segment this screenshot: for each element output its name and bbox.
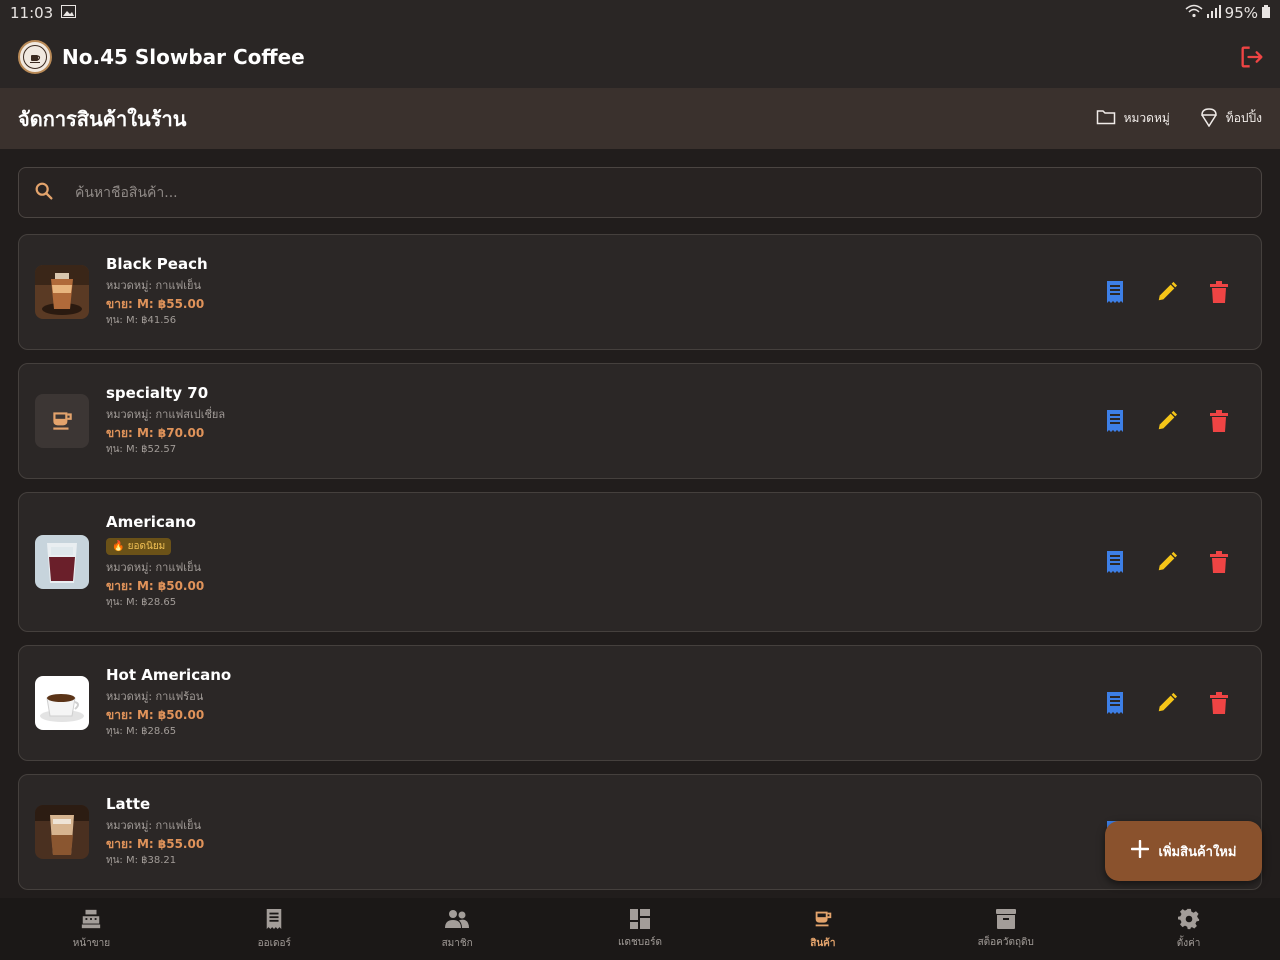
product-card[interactable]: Black Peach หมวดหมู่: กาแฟเย็น ขาย: M: ฿…	[18, 234, 1262, 350]
page-header: จัดการสินค้าในร้าน หมวดหมู่ ท็อปปิ้ง	[0, 88, 1280, 149]
image-notification-icon	[61, 4, 77, 22]
recipe-button[interactable]	[1103, 409, 1127, 433]
product-price: ขาย: M: ฿70.00	[106, 426, 205, 440]
nav-stock[interactable]: สต็อควัตถุดิบ	[914, 898, 1097, 960]
search-input[interactable]	[75, 184, 1175, 201]
product-cost: ทุน: M: ฿38.21	[106, 855, 177, 866]
edit-button[interactable]	[1155, 280, 1179, 304]
product-thumbnail	[35, 535, 89, 589]
delete-button[interactable]	[1207, 550, 1231, 574]
receipt-icon	[264, 908, 284, 933]
wifi-icon	[1185, 4, 1203, 22]
product-name: Black Peach	[106, 255, 208, 273]
dashboard-icon	[630, 908, 650, 932]
product-name: specialty 70	[106, 384, 209, 402]
product-price: ขาย: M: ฿50.00	[106, 579, 205, 593]
toppings-label: ท็อปปิ้ง	[1225, 111, 1262, 125]
product-category: หมวดหมู่: กาแฟเย็น	[106, 819, 201, 832]
bottom-navigation: หน้าขาย ออเดอร์ สมาชิก แดชบอร์ด สินค้า ส…	[0, 898, 1280, 960]
nav-label: สต็อควัตถุดิบ	[977, 936, 1034, 948]
product-cost: ทุน: M: ฿28.65	[106, 597, 177, 608]
edit-button[interactable]	[1155, 550, 1179, 574]
categories-label: หมวดหมู่	[1123, 111, 1170, 125]
nav-label: สินค้า	[810, 937, 836, 949]
delete-button[interactable]	[1207, 280, 1231, 304]
product-name: Latte	[106, 795, 151, 813]
product-category: หมวดหมู่: กาแฟสเปเชี่ยล	[106, 408, 226, 421]
nav-settings[interactable]: ตั้งค่า	[1097, 898, 1280, 960]
recipe-button[interactable]	[1103, 691, 1127, 715]
folder-icon	[1096, 109, 1116, 128]
gear-icon	[1177, 908, 1200, 933]
nav-label: แดชบอร์ด	[618, 936, 662, 948]
product-category: หมวดหมู่: กาแฟร้อน	[106, 690, 204, 703]
search-icon	[33, 180, 55, 206]
status-time: 11:03	[10, 4, 54, 22]
product-name: Americano	[106, 513, 196, 531]
recipe-button[interactable]	[1103, 550, 1127, 574]
product-thumbnail	[35, 805, 89, 859]
nav-label: ตั้งค่า	[1176, 937, 1201, 949]
delete-button[interactable]	[1207, 409, 1231, 433]
coffee-cup-placeholder-icon	[35, 394, 89, 448]
coffee-icon	[812, 908, 834, 933]
nav-orders[interactable]: ออเดอร์	[183, 898, 366, 960]
cash-register-icon	[80, 908, 102, 933]
toppings-button[interactable]: ท็อปปิ้ง	[1200, 107, 1262, 130]
product-thumbnail	[35, 676, 89, 730]
add-product-label: เพิ่มสินค้าใหม่	[1158, 844, 1237, 860]
product-category: หมวดหมู่: กาแฟเย็น	[106, 561, 201, 574]
product-cost: ทุน: M: ฿41.56	[106, 315, 177, 326]
signal-icon	[1206, 4, 1221, 22]
product-card[interactable]: Hot Americano หมวดหมู่: กาแฟร้อน ขาย: M:…	[18, 645, 1262, 761]
product-price: ขาย: M: ฿55.00	[106, 297, 205, 311]
logout-button[interactable]	[1238, 43, 1266, 71]
app-bar: No.45 Slowbar Coffee	[0, 26, 1280, 88]
nav-pos[interactable]: หน้าขาย	[0, 898, 183, 960]
product-card[interactable]: Latte หมวดหมู่: กาแฟเย็น ขาย: M: ฿55.00 …	[18, 774, 1262, 890]
nav-label: หน้าขาย	[72, 937, 111, 949]
product-price: ขาย: M: ฿55.00	[106, 837, 205, 851]
nav-label: ออเดอร์	[257, 937, 291, 949]
people-icon	[445, 908, 470, 933]
battery-icon	[1262, 4, 1270, 22]
add-product-button[interactable]: เพิ่มสินค้าใหม่	[1105, 821, 1262, 881]
status-bar: 11:03 95%	[0, 0, 1280, 26]
product-price: ขาย: M: ฿50.00	[106, 708, 205, 722]
delete-button[interactable]	[1207, 691, 1231, 715]
search-bar	[18, 167, 1262, 218]
nav-products[interactable]: สินค้า	[731, 898, 914, 960]
edit-button[interactable]	[1155, 691, 1179, 715]
app-title: No.45 Slowbar Coffee	[62, 45, 305, 69]
categories-button[interactable]: หมวดหมู่	[1096, 109, 1170, 128]
battery-level: 95%	[1224, 4, 1258, 22]
nav-label: สมาชิก	[441, 937, 473, 949]
product-cost: ทุน: M: ฿52.57	[106, 444, 177, 455]
ice-cream-icon	[1200, 107, 1218, 130]
page-title: จัดการสินค้าในร้าน	[18, 106, 187, 131]
popular-badge: 🔥 ยอดนิยม	[106, 538, 172, 555]
product-name: Hot Americano	[106, 666, 232, 684]
plus-icon	[1130, 839, 1149, 862]
archive-icon	[995, 908, 1016, 932]
product-cost: ทุน: M: ฿28.65	[106, 726, 177, 737]
nav-dashboard[interactable]: แดชบอร์ด	[549, 898, 732, 960]
product-category: หมวดหมู่: กาแฟเย็น	[106, 279, 201, 292]
product-card[interactable]: Americano 🔥 ยอดนิยม หมวดหมู่: กาแฟเย็น ข…	[18, 492, 1262, 632]
product-card[interactable]: specialty 70 หมวดหมู่: กาแฟสเปเชี่ยล ขาย…	[18, 363, 1262, 479]
product-thumbnail	[35, 265, 89, 319]
edit-button[interactable]	[1155, 409, 1179, 433]
recipe-button[interactable]	[1103, 280, 1127, 304]
nav-members[interactable]: สมาชิก	[366, 898, 549, 960]
shop-logo	[18, 40, 52, 74]
